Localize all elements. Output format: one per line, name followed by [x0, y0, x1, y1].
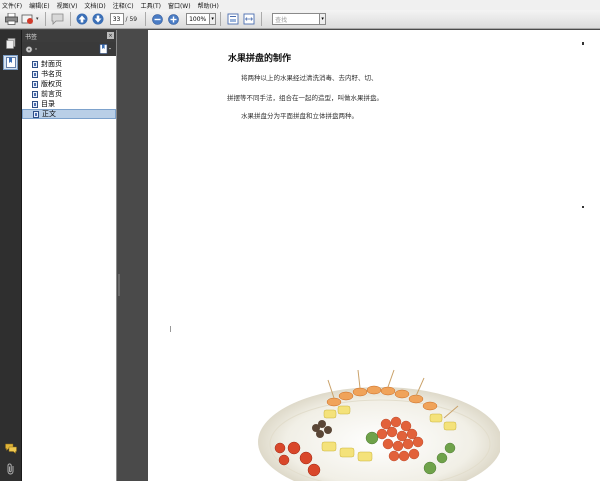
close-icon[interactable]: ×: [107, 32, 114, 39]
toolbar-separator: [220, 12, 222, 26]
arrow-down-icon: [92, 13, 104, 25]
menu-tools[interactable]: 工具(T): [141, 1, 161, 10]
bookmark-page-icon: [33, 110, 39, 118]
new-bookmark-icon[interactable]: [99, 44, 113, 54]
bookmark-label: 正文: [42, 110, 56, 118]
envelope-icon: [21, 14, 33, 24]
bookmark-item[interactable]: 封面页: [22, 59, 116, 69]
comments-panel-button[interactable]: [3, 441, 18, 456]
menu-help[interactable]: 帮助(H): [198, 1, 219, 10]
zoom-input[interactable]: 100%: [186, 13, 211, 25]
menu-window[interactable]: 窗口(W): [168, 1, 191, 10]
bookmark-page-icon: [32, 80, 38, 88]
toolbar-separator: [261, 12, 263, 26]
find-input[interactable]: 查找: [272, 13, 321, 25]
zoom-out-button[interactable]: [150, 12, 165, 27]
toolbar: ▾ 33 / 59 100% ▾ 查找 ▾: [0, 10, 600, 29]
menu-edit[interactable]: 编辑(E): [29, 1, 49, 10]
zoom-dropdown-icon[interactable]: ▾: [210, 13, 217, 25]
bookmark-icon: [5, 57, 16, 68]
pages-icon: [5, 38, 15, 49]
attachments-button[interactable]: [3, 461, 18, 476]
bookmark-page-icon: [32, 90, 38, 98]
comment-button[interactable]: [50, 12, 65, 27]
fit-width-icon: [243, 13, 255, 25]
menu-bar: 文件(F) 编辑(E) 视图(V) 文档(D) 注释(C) 工具(T) 窗口(W…: [0, 0, 600, 10]
find-dropdown-icon[interactable]: ▾: [320, 13, 327, 25]
paperclip-icon: [7, 463, 13, 474]
page-number-input[interactable]: 33: [109, 13, 124, 25]
bookmarks-button[interactable]: [3, 55, 18, 70]
options-icon[interactable]: [25, 45, 39, 54]
bookmark-list: 封面页 书名页 版权页 前言页 目录 正文: [22, 56, 116, 119]
bookmark-page-icon: [32, 60, 38, 68]
page-total: / 59: [125, 15, 138, 23]
panel-title: 书签: [25, 33, 38, 41]
page-mark: [170, 326, 171, 332]
document-paragraph: 将两种以上的水果经过清洗消毒、去内籽、切、: [241, 74, 378, 82]
zoom-in-icon: [168, 13, 179, 25]
bookmarks-panel: 书签 × 封面页 书名页 版权页 前言页 目录 正文: [22, 30, 117, 481]
toolbar-separator: [44, 12, 46, 26]
bookmark-label: 封面页: [41, 60, 62, 68]
menu-file[interactable]: 文件(F): [2, 1, 22, 10]
bookmark-page-icon: [32, 100, 38, 108]
bookmark-label: 目录: [41, 100, 55, 108]
previous-page-button[interactable]: [75, 12, 90, 27]
panel-header: 书签 ×: [22, 30, 116, 42]
toolbar-separator: [145, 12, 147, 26]
bookmark-item[interactable]: 前言页: [22, 89, 116, 99]
bookmark-item[interactable]: 版权页: [22, 79, 116, 89]
navigation-rail: [0, 30, 22, 481]
menu-document[interactable]: 文档(D): [84, 1, 105, 10]
fruit-platter-image: [258, 369, 500, 481]
menu-comments[interactable]: 注释(C): [113, 1, 134, 10]
fit-page-icon: [227, 13, 239, 25]
print-button[interactable]: [4, 12, 19, 27]
bookmark-item-selected[interactable]: 正文: [22, 109, 116, 119]
menu-view[interactable]: 视图(V): [57, 1, 78, 10]
speech-bubble-icon: [51, 13, 63, 25]
panel-splitter[interactable]: [117, 30, 148, 481]
bookmark-label: 版权页: [41, 80, 62, 88]
page-mark: [582, 206, 584, 208]
zoom-in-button[interactable]: [166, 12, 181, 27]
panel-toolbar: [22, 42, 116, 56]
document-page: 水果拼盘的制作 将两种以上的水果经过清洗消毒、去内籽、切、 拼摆等不同手法，组合…: [148, 30, 600, 481]
zoom-out-icon: [152, 13, 163, 25]
next-page-button[interactable]: [91, 12, 106, 27]
arrow-up-icon: [76, 13, 88, 25]
printer-icon: [5, 13, 18, 25]
document-paragraph: 水果拼盘分为平面拼盘和立体拼盘两种。: [241, 112, 358, 120]
splitter-handle[interactable]: [118, 274, 120, 296]
fit-page-button[interactable]: [225, 12, 240, 27]
bookmark-item[interactable]: 目录: [22, 99, 116, 109]
share-button[interactable]: [20, 12, 35, 27]
page-mark: [582, 42, 584, 45]
comments-icon: [4, 443, 17, 454]
fit-width-button[interactable]: [241, 12, 256, 27]
document-paragraph: 拼摆等不同手法，组合在一起的造型，叫做水果拼盘。: [227, 94, 383, 102]
share-dropdown-icon[interactable]: ▾: [36, 16, 39, 22]
bookmark-page-icon: [32, 70, 38, 78]
bookmark-item[interactable]: 书名页: [22, 69, 116, 79]
bookmark-label: 前言页: [41, 90, 62, 98]
toolbar-separator: [69, 12, 71, 26]
document-heading: 水果拼盘的制作: [228, 54, 292, 64]
bookmark-label: 书名页: [41, 70, 62, 78]
pages-button[interactable]: [3, 36, 18, 51]
